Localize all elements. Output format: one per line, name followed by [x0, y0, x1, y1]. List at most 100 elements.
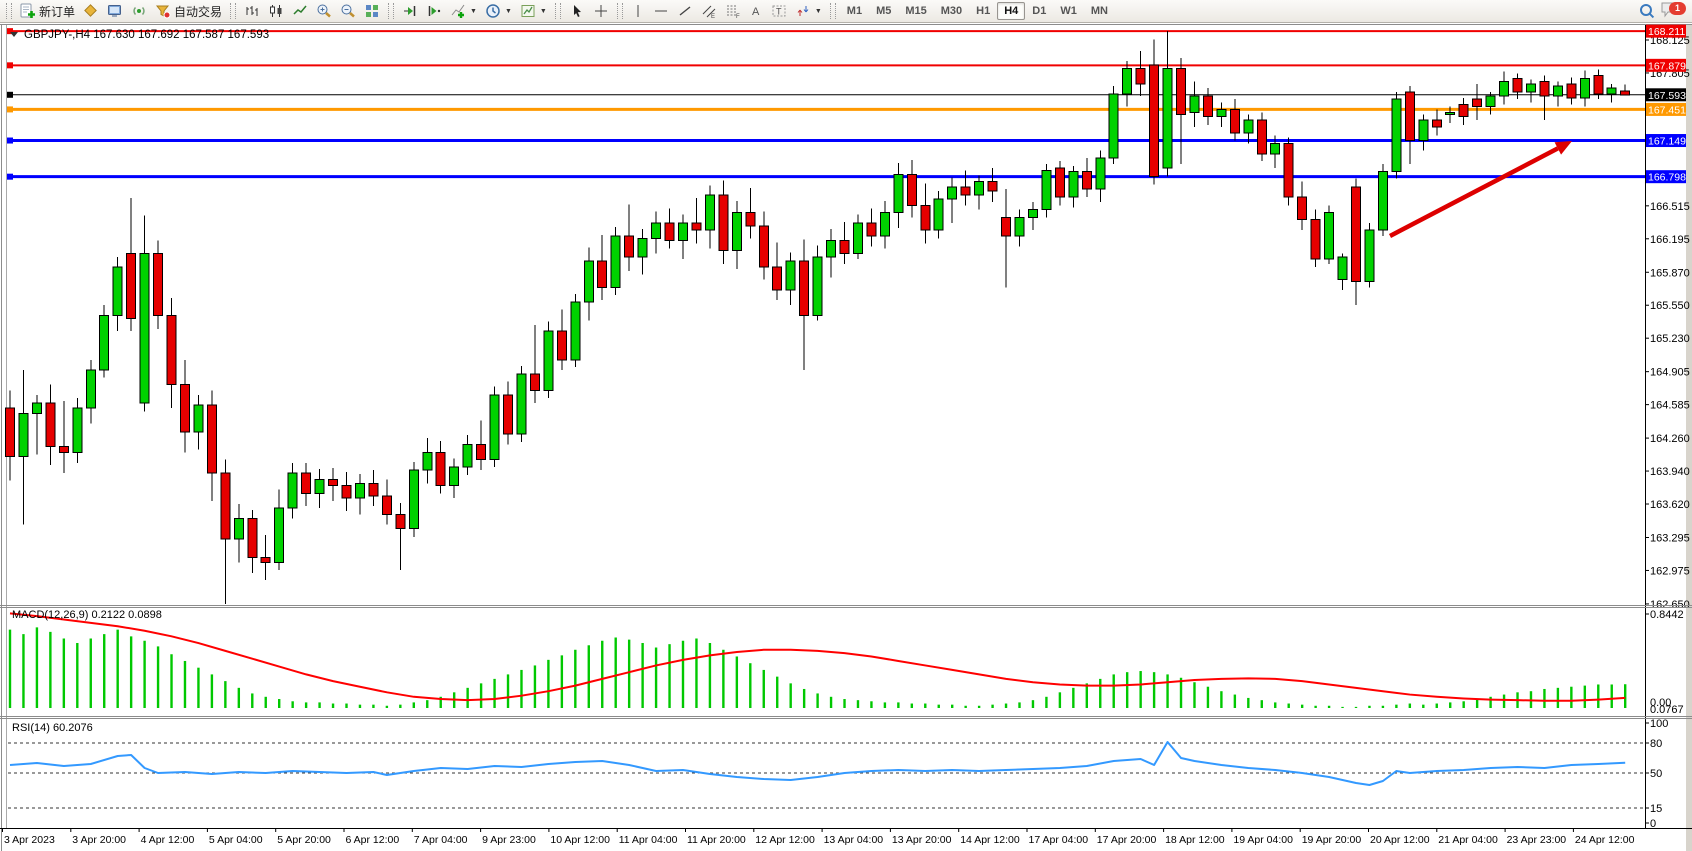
chat-button[interactable]: 1 — [1660, 1, 1690, 21]
signals-button[interactable] — [127, 0, 151, 22]
crosshair-tool-button[interactable] — [589, 0, 613, 22]
chart-canvas: 168.125167.805166.515166.195165.870165.5… — [0, 0, 1692, 851]
gold-diamond-icon — [83, 3, 99, 19]
timeframe-m1[interactable]: M1 — [840, 2, 869, 20]
chart-shift-icon — [426, 3, 442, 19]
svg-text:50: 50 — [1650, 768, 1662, 780]
bar-chart-icon — [244, 3, 260, 19]
new-order-label: 新订单 — [39, 3, 75, 20]
svg-text:166.515: 166.515 — [1650, 201, 1690, 213]
auto-trading-button[interactable]: 自动交易 — [151, 0, 226, 22]
svg-text:166.195: 166.195 — [1650, 234, 1690, 246]
svg-text:17 Apr 20:00: 17 Apr 20:00 — [1097, 834, 1157, 846]
svg-text:5 Apr 20:00: 5 Apr 20:00 — [277, 834, 331, 846]
svg-text:167.879: 167.879 — [1648, 60, 1686, 72]
tile-windows-icon — [364, 3, 380, 19]
candlestick-chart-button[interactable] — [264, 0, 288, 22]
line-handle[interactable] — [7, 62, 13, 68]
monitor-icon — [107, 3, 123, 19]
trendline-icon — [677, 3, 693, 19]
cursor-icon — [569, 3, 585, 19]
chart-shift-button[interactable] — [422, 0, 446, 22]
svg-text:18 Apr 12:00: 18 Apr 12:00 — [1165, 834, 1225, 846]
chevron-down-icon: ▼ — [470, 8, 477, 15]
svg-text:163.940: 163.940 — [1650, 466, 1690, 478]
new-order-button[interactable]: 新订单 — [16, 0, 79, 22]
timeframe-w1[interactable]: W1 — [1053, 2, 1084, 20]
svg-text:164.260: 164.260 — [1650, 433, 1690, 445]
bar-chart-button[interactable] — [240, 0, 264, 22]
line-handle[interactable] — [7, 106, 13, 112]
svg-text:A: A — [752, 6, 760, 18]
arrows-icon — [795, 3, 811, 19]
timeframe-d1[interactable]: D1 — [1025, 2, 1053, 20]
vertical-line-icon — [631, 3, 645, 19]
svg-text:164.905: 164.905 — [1650, 367, 1690, 379]
fibonacci-tool[interactable]: F — [721, 0, 745, 22]
svg-text:6 Apr 12:00: 6 Apr 12:00 — [346, 834, 400, 846]
svg-text:13 Apr 04:00: 13 Apr 04:00 — [824, 834, 884, 846]
indicators-button[interactable]: ▼ — [446, 0, 481, 22]
svg-text:80: 80 — [1650, 738, 1662, 750]
text-label-tool[interactable]: T — [767, 0, 791, 22]
svg-text:9 Apr 23:00: 9 Apr 23:00 — [482, 834, 536, 846]
rsi-label: RSI(14) 60.2076 — [12, 722, 93, 734]
line-handle[interactable] — [7, 92, 13, 98]
auto-scroll-button[interactable] — [398, 0, 422, 22]
timeframe-bar: M1M5M15M30H1H4D1W1MN — [840, 2, 1115, 20]
search-icon — [1638, 2, 1656, 20]
svg-text:F: F — [736, 14, 740, 19]
toolbar-grip[interactable] — [388, 3, 394, 19]
trendline-tool[interactable] — [673, 0, 697, 22]
timeframe-m30[interactable]: M30 — [934, 2, 969, 20]
svg-text:165.230: 165.230 — [1650, 333, 1690, 345]
toolbar-grip[interactable] — [830, 3, 836, 19]
svg-text:GBPJPY-,H4 167.630 167.692 16: GBPJPY-,H4 167.630 167.692 167.587 167.5… — [24, 29, 269, 41]
toolbar-grip[interactable] — [6, 3, 12, 19]
horizontal-line-tool[interactable] — [649, 0, 673, 22]
zoom-in-icon — [316, 3, 332, 19]
market-watch-button[interactable] — [103, 0, 127, 22]
tile-windows-button[interactable] — [360, 0, 384, 22]
timeframe-mn[interactable]: MN — [1084, 2, 1115, 20]
vertical-line-tool[interactable] — [627, 0, 649, 22]
line-handle[interactable] — [7, 174, 13, 180]
periods-button[interactable]: ▼ — [481, 0, 516, 22]
templates-button[interactable]: ▼ — [516, 0, 551, 22]
text-tool[interactable]: A — [745, 0, 767, 22]
svg-text:3 Apr 20:00: 3 Apr 20:00 — [72, 834, 126, 846]
toolbar-grip[interactable] — [555, 3, 561, 19]
quotes-button[interactable] — [79, 0, 103, 22]
line-chart-button[interactable] — [288, 0, 312, 22]
auto-trading-label: 自动交易 — [174, 3, 222, 20]
svg-text:164.585: 164.585 — [1650, 400, 1690, 412]
svg-text:4 Apr 12:00: 4 Apr 12:00 — [141, 834, 195, 846]
svg-text:163.620: 163.620 — [1650, 499, 1690, 511]
signal-icon — [131, 3, 147, 19]
search-button[interactable] — [1634, 0, 1660, 22]
line-handle[interactable] — [7, 138, 13, 144]
candlestick-icon — [268, 3, 284, 19]
crosshair-icon — [593, 3, 609, 19]
notification-badge[interactable]: 1 — [1669, 2, 1686, 15]
equidistant-channel-tool[interactable]: E — [697, 0, 721, 22]
indicators-add-icon — [450, 3, 466, 19]
cursor-tool-button[interactable] — [565, 0, 589, 22]
timeframe-m15[interactable]: M15 — [898, 2, 933, 20]
svg-text:5 Apr 04:00: 5 Apr 04:00 — [209, 834, 263, 846]
zoom-out-button[interactable] — [336, 0, 360, 22]
chevron-down-icon: ▼ — [815, 8, 822, 15]
mt4-window: 新订单 自动交易 ▼ ▼ ▼ E F A T ▼ M1M — [0, 0, 1692, 851]
template-icon — [520, 3, 536, 19]
svg-text:165.550: 165.550 — [1650, 300, 1690, 312]
timeframe-h1[interactable]: H1 — [969, 2, 997, 20]
toolbar-grip[interactable] — [617, 3, 623, 19]
svg-text:11 Apr 04:00: 11 Apr 04:00 — [619, 834, 678, 846]
timeframe-h4[interactable]: H4 — [997, 2, 1025, 20]
toolbar-grip[interactable] — [230, 3, 236, 19]
chevron-down-icon: ▼ — [505, 8, 512, 15]
svg-text:163.295: 163.295 — [1650, 532, 1690, 544]
timeframe-m5[interactable]: M5 — [869, 2, 898, 20]
arrows-tool[interactable]: ▼ — [791, 0, 826, 22]
zoom-in-button[interactable] — [312, 0, 336, 22]
